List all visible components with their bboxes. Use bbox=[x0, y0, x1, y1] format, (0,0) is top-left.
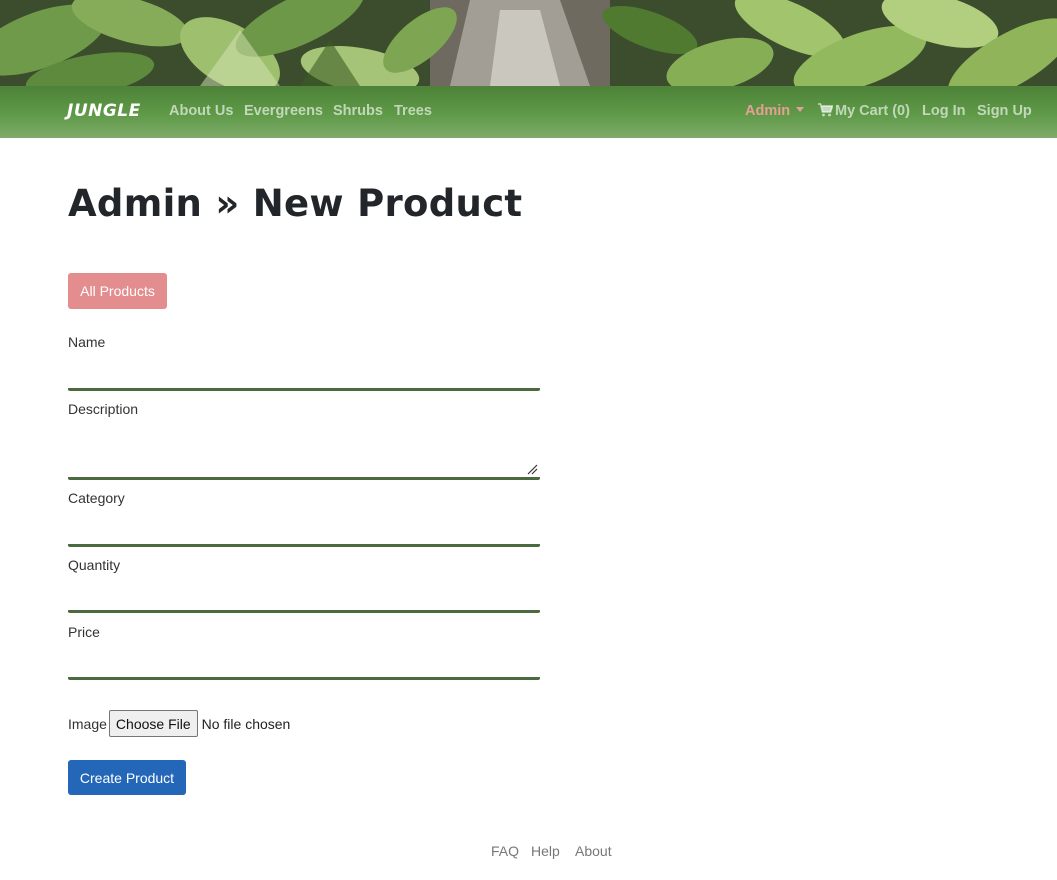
description-label: Description bbox=[68, 401, 139, 417]
nav-trees[interactable]: Trees bbox=[394, 103, 432, 119]
brand-logo[interactable]: JUNGLE bbox=[67, 101, 141, 121]
footer-help-link[interactable]: Help bbox=[531, 843, 560, 859]
quantity-field[interactable] bbox=[68, 583, 540, 613]
image-upload-row: Image Choose File No file chosen bbox=[68, 710, 290, 737]
top-navbar: JUNGLE About Us Evergreens Shrubs Trees … bbox=[0, 86, 1057, 138]
shopping-cart-icon bbox=[818, 103, 833, 117]
category-label: Category bbox=[68, 490, 125, 506]
admin-dropdown[interactable]: Admin bbox=[745, 103, 805, 119]
nav-about-us[interactable]: About Us bbox=[169, 103, 233, 119]
category-field[interactable] bbox=[68, 517, 540, 547]
admin-dropdown-label: Admin bbox=[745, 103, 791, 119]
all-products-button[interactable]: All Products bbox=[68, 273, 167, 309]
cart-label: My Cart (0) bbox=[835, 103, 910, 119]
price-label: Price bbox=[68, 624, 100, 640]
price-field[interactable] bbox=[68, 650, 540, 680]
description-field[interactable] bbox=[68, 427, 540, 480]
resize-handle-icon[interactable] bbox=[526, 463, 538, 475]
nav-evergreens[interactable]: Evergreens bbox=[244, 103, 323, 119]
page-title: Admin » New Product bbox=[68, 182, 523, 225]
footer-about-link[interactable]: About bbox=[575, 843, 612, 859]
nav-shrubs[interactable]: Shrubs bbox=[333, 103, 383, 119]
cart-link[interactable]: My Cart (0) bbox=[818, 103, 910, 119]
footer-faq-link[interactable]: FAQ bbox=[491, 843, 519, 859]
image-label: Image bbox=[68, 715, 107, 732]
create-product-button[interactable]: Create Product bbox=[68, 760, 186, 795]
caret-down-icon bbox=[796, 106, 805, 112]
name-field[interactable] bbox=[68, 361, 540, 391]
name-label: Name bbox=[68, 334, 106, 350]
signup-link[interactable]: Sign Up bbox=[977, 103, 1032, 119]
quantity-label: Quantity bbox=[68, 557, 121, 573]
login-link[interactable]: Log In bbox=[922, 103, 966, 119]
file-status-text: No file chosen bbox=[201, 715, 291, 732]
hero-banner-image bbox=[0, 0, 1057, 86]
choose-file-button[interactable]: Choose File bbox=[108, 710, 198, 737]
